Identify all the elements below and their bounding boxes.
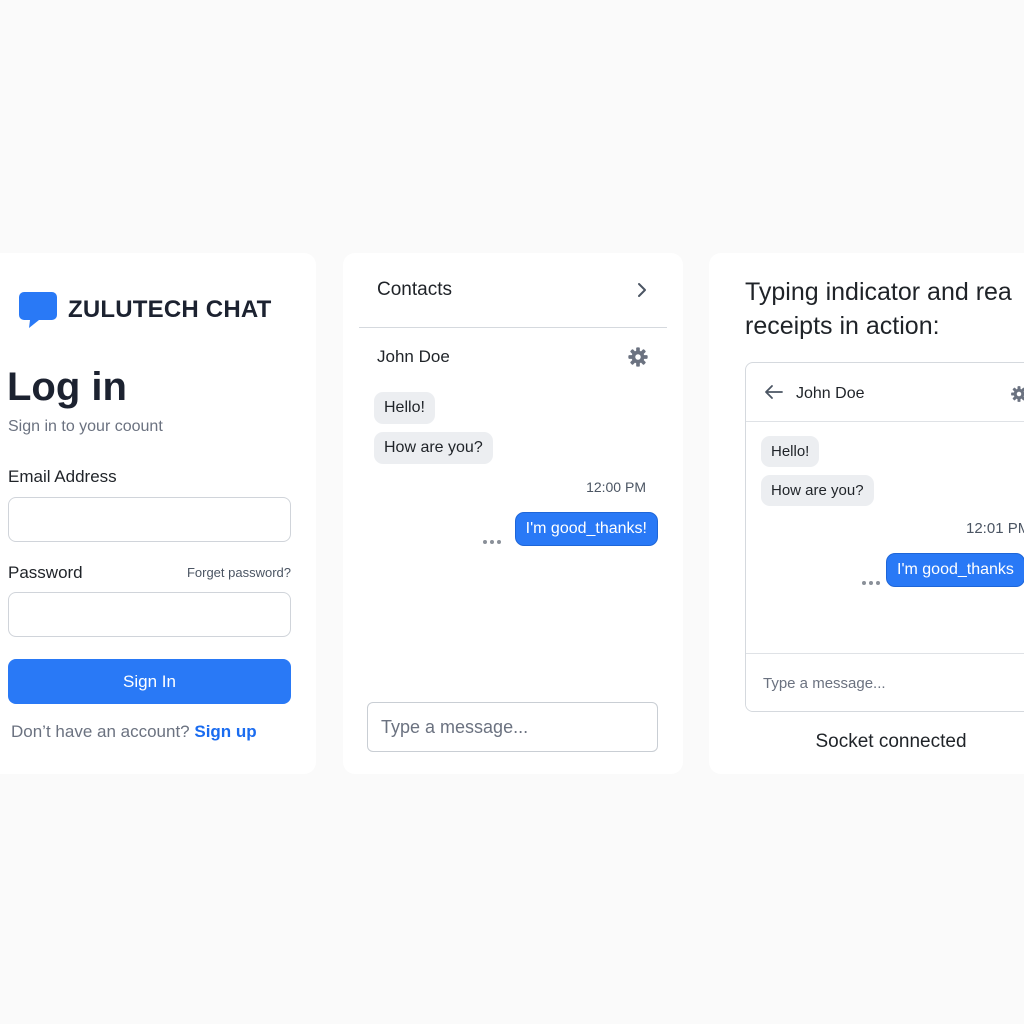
signup-row: Don’t have an account? Sign up — [11, 722, 257, 742]
message-timestamp: 12:00 PM — [586, 479, 646, 495]
demo-chat-header: John Doe — [746, 363, 1024, 422]
password-field[interactable] — [8, 592, 291, 637]
gear-icon[interactable] — [627, 346, 649, 368]
message-out: I'm good_thanks! — [514, 512, 658, 546]
demo-caption-line: receipts in action: — [745, 312, 940, 340]
email-label: Email Address — [8, 467, 117, 486]
login-card: ZULUTECH CHAT Log in Sign in to your coo… — [0, 253, 316, 774]
email-field[interactable] — [8, 497, 291, 542]
message-input[interactable] — [367, 702, 658, 752]
demo-chat-window: John Doe Hello! How are you? 12:01 PM I'… — [745, 362, 1024, 712]
message-out: I'm good_thanks — [886, 553, 1024, 587]
chat-card: Contacts John Doe Hello! How are you? 12… — [343, 253, 683, 774]
contacts-title: Contacts — [377, 279, 452, 300]
socket-status: Socket connected — [815, 731, 967, 752]
brand: ZULUTECH CHAT — [18, 291, 271, 329]
contact-name: John Doe — [796, 385, 865, 402]
password-label: Password — [8, 563, 83, 582]
demo-caption: Typing indicator and rea receipts in act… — [745, 275, 1024, 343]
brand-name: ZULUTECH CHAT — [68, 296, 272, 323]
page-title: Log in — [7, 365, 127, 409]
message-in: Hello! — [374, 392, 435, 424]
contacts-bar[interactable]: Contacts — [359, 253, 667, 328]
message-in: How are you? — [374, 432, 493, 464]
signup-link[interactable]: Sign up — [194, 722, 256, 741]
page-subtitle: Sign in to your coount — [8, 418, 163, 435]
sign-in-button[interactable]: Sign In — [8, 659, 291, 704]
message-in: Hello! — [761, 436, 820, 467]
chat-header: John Doe — [377, 346, 649, 368]
message-input[interactable] — [746, 653, 1024, 711]
gear-icon[interactable] — [1010, 385, 1024, 403]
demo-card: Typing indicator and rea receipts in act… — [709, 253, 1024, 774]
chat-bubble-icon — [19, 292, 57, 328]
typing-indicator — [483, 540, 501, 544]
message-in: How are you? — [761, 475, 874, 506]
forgot-password-link[interactable]: Forget password? — [187, 565, 291, 580]
signup-prompt: Don’t have an account? — [11, 722, 190, 741]
typing-indicator — [862, 581, 880, 585]
chevron-right-icon[interactable] — [635, 282, 649, 298]
message-timestamp: 12:01 PM — [966, 520, 1024, 537]
contact-name: John Doe — [377, 347, 450, 366]
arrow-left-icon[interactable] — [764, 384, 784, 400]
demo-caption-line: Typing indicator and rea — [745, 278, 1012, 306]
